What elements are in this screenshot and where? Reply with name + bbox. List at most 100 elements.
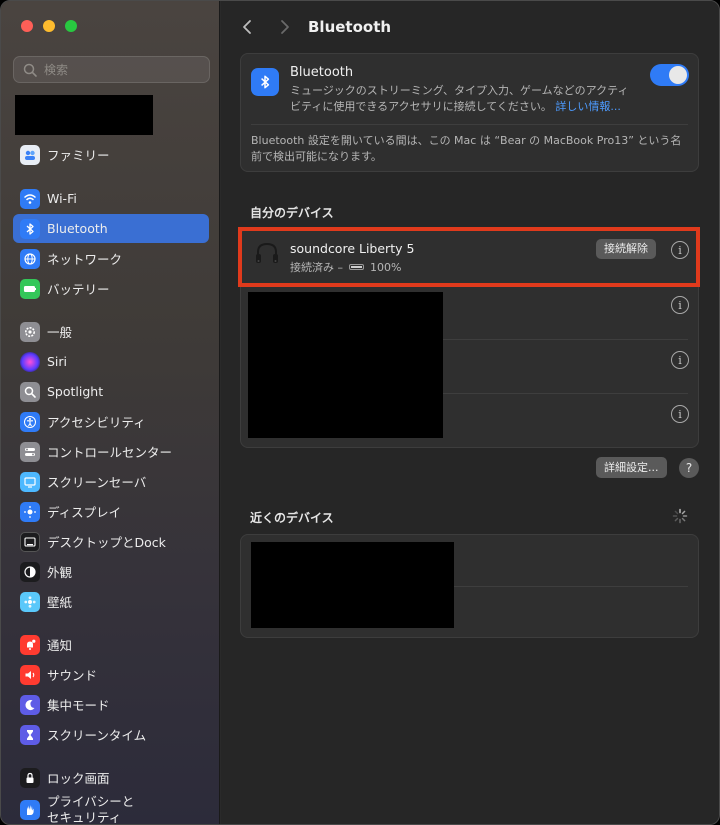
sidebar-item-accessibility[interactable]: アクセシビリティ xyxy=(13,407,209,436)
sidebar-item-sound[interactable]: サウンド xyxy=(13,660,209,689)
sidebar-item-label: プライバシーと セキュリティ xyxy=(47,794,135,825)
focus-icon xyxy=(20,694,40,715)
minimize-window-button[interactable] xyxy=(43,20,55,32)
loading-spinner-icon xyxy=(672,508,688,524)
sidebar-item-label: ファミリー xyxy=(47,148,110,163)
notifications-icon xyxy=(20,634,40,655)
sidebar-item-display[interactable]: ディスプレイ xyxy=(13,497,209,526)
info-icon[interactable]: i xyxy=(671,405,689,423)
main-content: Bluetooth Bluetooth ミュージックのストリーミング、タイプ入力… xyxy=(221,1,719,824)
sidebar-item-appearance[interactable]: 外観 xyxy=(13,557,209,586)
appearance-icon xyxy=(20,561,40,582)
privacy-hand-icon xyxy=(20,800,40,820)
discoverable-note: Bluetooth 設定を開いている間は、この Mac は “Bear の Ma… xyxy=(251,134,682,163)
info-icon[interactable]: i xyxy=(671,351,689,369)
info-icon[interactable]: i xyxy=(671,296,689,314)
sidebar-item-label: 外観 xyxy=(47,565,73,580)
family-icon xyxy=(20,144,40,165)
back-chevron-icon[interactable] xyxy=(238,17,258,37)
redacted-nearby-devices xyxy=(251,542,454,628)
sidebar-item-network[interactable]: ネットワーク xyxy=(13,244,209,273)
sidebar-item-label: 壁紙 xyxy=(47,595,73,610)
zoom-window-button[interactable] xyxy=(65,20,77,32)
search-field[interactable] xyxy=(13,56,210,83)
learn-more-link[interactable]: 詳しい情報... xyxy=(555,100,621,113)
wallpaper-icon xyxy=(20,591,40,612)
sidebar-item-label: 通知 xyxy=(47,638,73,653)
sidebar-item-bluetooth[interactable]: Bluetooth xyxy=(13,214,209,243)
sidebar-item-label: ディスプレイ xyxy=(47,505,122,520)
lock-screen-icon xyxy=(20,767,40,788)
sidebar-item-label: ネットワーク xyxy=(47,252,123,267)
my-devices-heading: 自分のデバイス xyxy=(250,206,334,220)
toggle-knob xyxy=(669,66,687,84)
sidebar-item-privacy[interactable]: プライバシーと セキュリティ xyxy=(13,793,209,825)
bluetooth-icon xyxy=(20,218,40,239)
sidebar-item-label: 集中モード xyxy=(47,698,110,713)
search-icon xyxy=(23,63,37,77)
desktop-dock-icon xyxy=(20,531,40,552)
network-icon xyxy=(20,248,40,269)
sidebar-item-lock-screen[interactable]: ロック画面 xyxy=(13,763,209,792)
settings-window: ファミリー Wi-Fi Bluetooth ネットワーク xyxy=(0,0,720,825)
screen-time-icon xyxy=(20,724,40,745)
sidebar-item-label: ロック画面 xyxy=(47,771,110,786)
sidebar-item-family[interactable]: ファミリー xyxy=(13,140,209,169)
accessibility-icon xyxy=(20,411,40,432)
sidebar-item-label: Wi-Fi xyxy=(47,191,77,206)
nearby-devices-heading: 近くのデバイス xyxy=(250,511,334,525)
sidebar-item-control-center[interactable]: コントロールセンター xyxy=(13,437,209,466)
siri-icon xyxy=(20,351,40,372)
sidebar-item-label: Bluetooth xyxy=(47,221,108,236)
divider xyxy=(454,586,688,587)
highlight-annotation xyxy=(238,227,700,287)
sidebar-item-screensaver[interactable]: スクリーンセーバ xyxy=(13,467,209,496)
sidebar-item-siri[interactable]: Siri xyxy=(13,347,209,376)
sidebar-item-label: スクリーンタイム xyxy=(47,728,147,743)
sidebar-item-notifications[interactable]: 通知 xyxy=(13,630,209,659)
sidebar-item-label: Siri xyxy=(47,354,68,369)
bluetooth-card: Bluetooth ミュージックのストリーミング、タイプ入力、ゲームなどのアクテ… xyxy=(240,53,699,172)
close-window-button[interactable] xyxy=(21,20,33,32)
bluetooth-toggle[interactable] xyxy=(650,64,689,86)
sidebar-item-battery[interactable]: バッテリー xyxy=(13,274,209,303)
sidebar-item-label: アクセシビリティ xyxy=(47,415,146,430)
sidebar-item-label: サウンド xyxy=(47,668,98,683)
sidebar-item-label: Spotlight xyxy=(47,384,104,399)
divider xyxy=(251,124,688,125)
sound-icon xyxy=(20,664,40,685)
bluetooth-description: ミュージックのストリーミング、タイプ入力、ゲームなどのアクティビティに使用できる… xyxy=(290,83,630,115)
redacted-devices xyxy=(248,292,443,438)
account-redacted[interactable] xyxy=(15,95,153,135)
wifi-icon xyxy=(20,188,40,209)
sidebar: ファミリー Wi-Fi Bluetooth ネットワーク xyxy=(1,1,220,825)
forward-chevron-icon[interactable] xyxy=(274,17,294,37)
search-input[interactable] xyxy=(44,62,194,77)
divider xyxy=(441,339,688,340)
nearby-devices-list xyxy=(240,534,699,638)
screensaver-icon xyxy=(20,471,40,492)
gear-icon xyxy=(20,321,40,342)
sidebar-item-focus[interactable]: 集中モード xyxy=(13,690,209,719)
bluetooth-title: Bluetooth xyxy=(290,65,354,80)
display-icon xyxy=(20,501,40,522)
sidebar-item-wifi[interactable]: Wi-Fi xyxy=(13,184,209,213)
sidebar-item-wallpaper[interactable]: 壁紙 xyxy=(13,587,209,616)
sidebar-item-label: デスクトップとDock xyxy=(47,535,166,550)
sidebar-item-label: コントロールセンター xyxy=(47,445,173,460)
advanced-settings-button[interactable]: 詳細設定... xyxy=(596,457,667,478)
spotlight-icon xyxy=(20,381,40,402)
sidebar-item-screen-time[interactable]: スクリーンタイム xyxy=(13,720,209,749)
sidebar-item-label: バッテリー xyxy=(47,282,110,297)
bluetooth-icon xyxy=(251,68,279,96)
sidebar-item-general[interactable]: 一般 xyxy=(13,317,209,346)
divider xyxy=(441,393,688,394)
sidebar-item-spotlight[interactable]: Spotlight xyxy=(13,377,209,406)
help-button[interactable]: ? xyxy=(679,458,699,478)
sidebar-item-label: スクリーンセーバ xyxy=(47,475,147,490)
control-center-icon xyxy=(20,441,40,462)
page-title: Bluetooth xyxy=(308,18,392,36)
sidebar-item-desktop-dock[interactable]: デスクトップとDock xyxy=(13,527,209,556)
battery-icon xyxy=(20,278,40,299)
sidebar-item-label: 一般 xyxy=(47,325,73,340)
